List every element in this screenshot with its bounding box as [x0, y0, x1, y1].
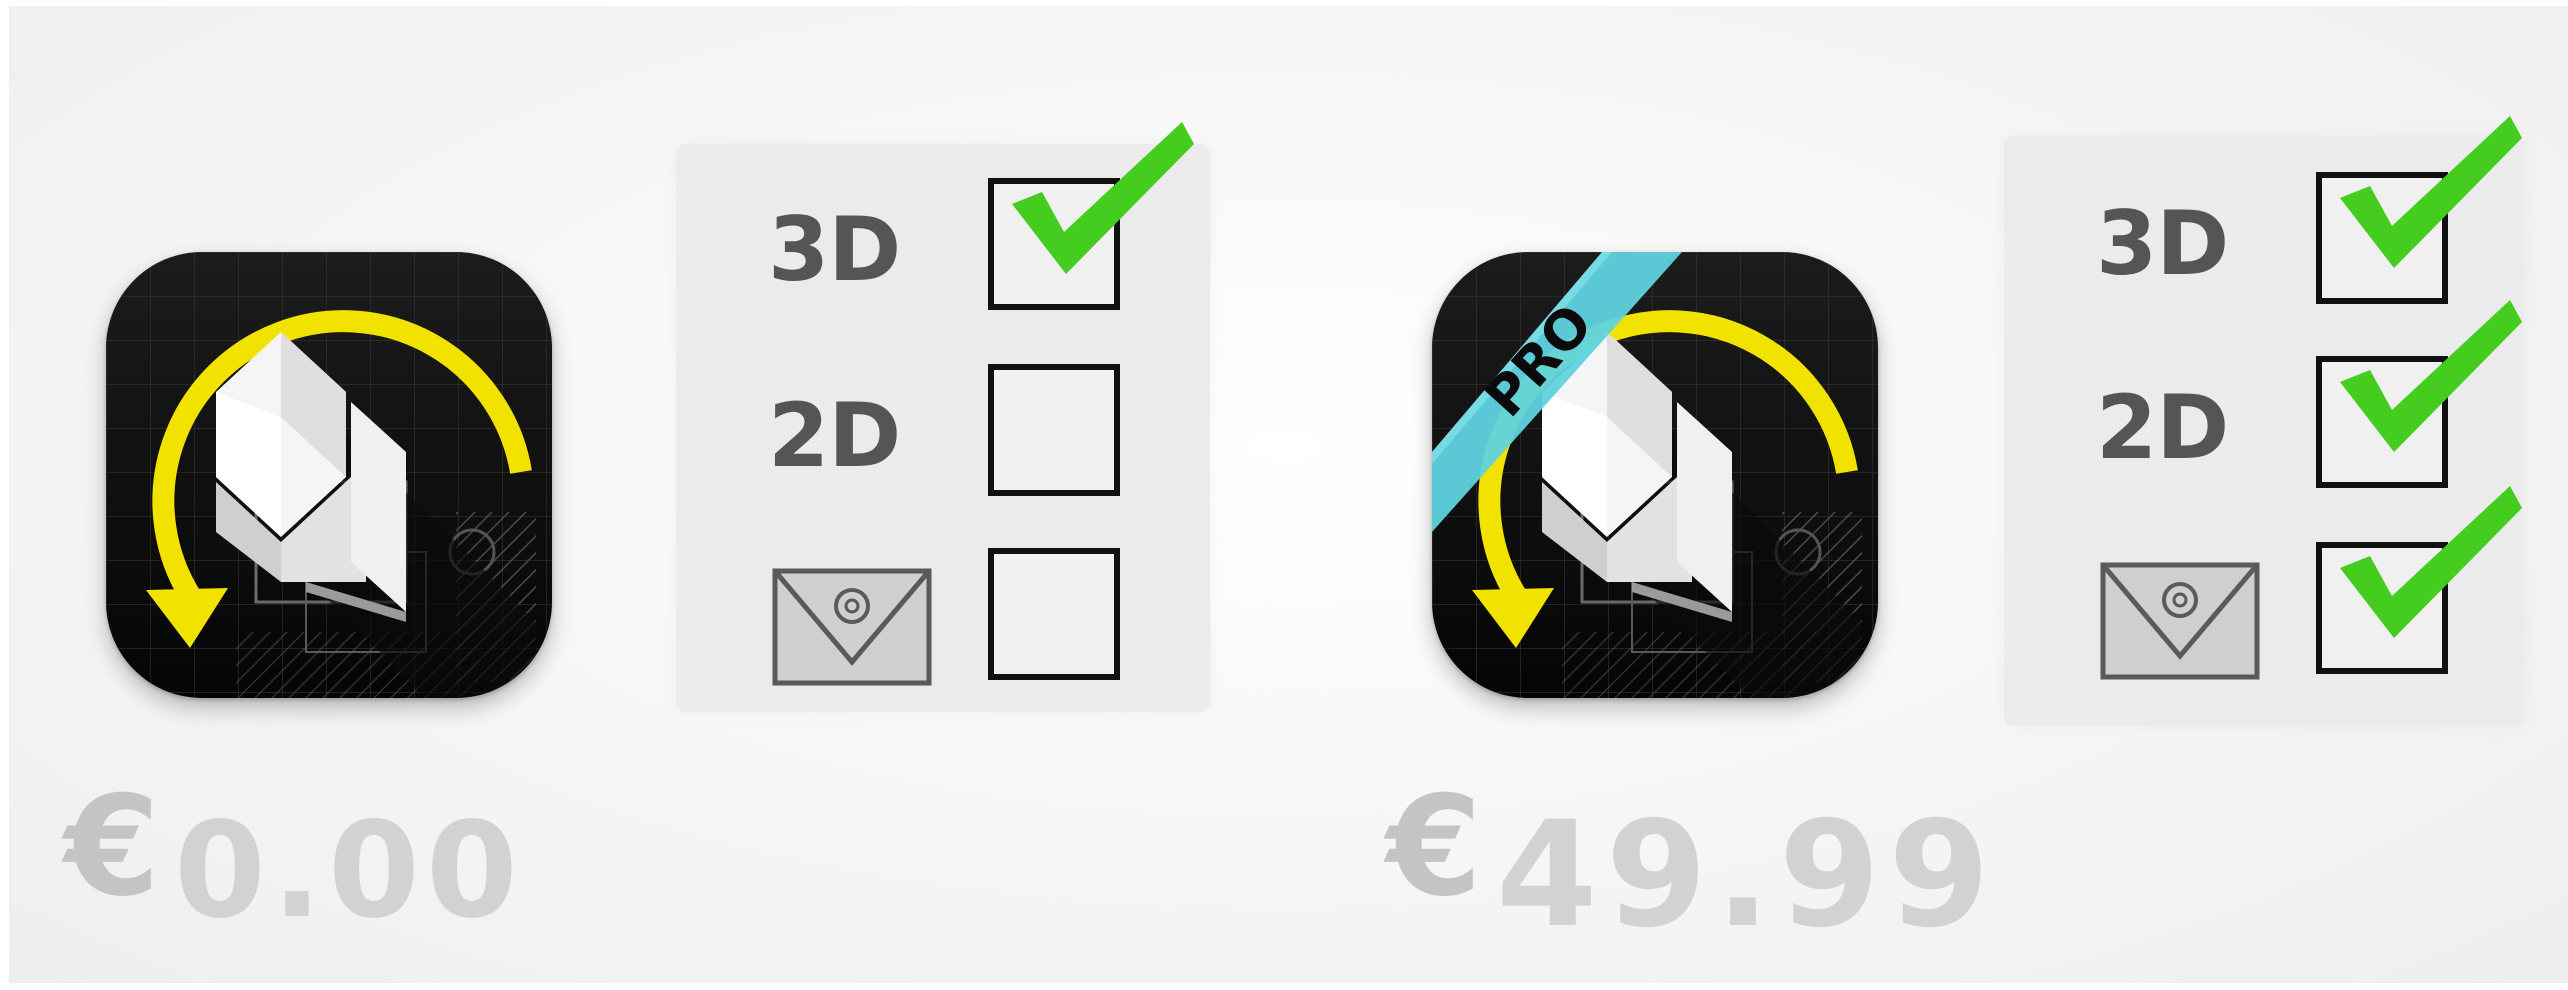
checkbox-2d-pro[interactable] — [2316, 300, 2522, 488]
free-features-panel: 3D 2D — [676, 122, 1210, 712]
checkbox-email-free[interactable] — [988, 548, 1120, 680]
feature-label-3d: 3D — [2096, 192, 2229, 295]
envelope-at-icon — [2100, 562, 2260, 680]
currency-symbol: € — [1386, 766, 1483, 927]
currency-symbol: € — [64, 766, 161, 927]
price-amount: 0.00 — [174, 794, 524, 948]
feature-label-2d: 2D — [2096, 376, 2229, 479]
envelope-at-icon — [772, 568, 932, 686]
magicplan-app-icon — [106, 252, 552, 698]
free-price: €0.00 — [64, 766, 524, 948]
checkbox-email-pro[interactable] — [2316, 486, 2522, 674]
feature-label-3d: 3D — [768, 198, 901, 301]
feature-row-email — [2004, 486, 2524, 682]
frame-bottom-border — [0, 983, 2568, 990]
feature-row-2d: 2D — [676, 364, 1210, 504]
pro-features-panel: 3D 2D — [2004, 116, 2524, 726]
feature-row-3d: 3D — [2004, 116, 2524, 312]
feature-row-email — [676, 548, 1210, 688]
checkmark-icon — [1012, 122, 1194, 274]
frame-left-border — [0, 0, 9, 990]
pro-price: €49.99 — [1386, 766, 1998, 960]
feature-label-2d: 2D — [768, 384, 901, 487]
frame-top-border — [0, 0, 2568, 6]
checkbox-2d-free[interactable] — [988, 364, 1120, 496]
price-amount: 49.99 — [1496, 790, 1998, 960]
checkmark-icon — [2340, 300, 2522, 452]
checkbox-3d-free[interactable] — [988, 122, 1194, 310]
magicplan-pro-app-icon: PRO — [1432, 252, 1878, 698]
checkmark-icon — [2340, 116, 2522, 268]
feature-row-3d: 3D — [676, 122, 1210, 318]
checkmark-icon — [2340, 486, 2522, 638]
feature-row-2d: 2D — [2004, 300, 2524, 496]
comparison-stage: 3D 2D €0.00 PRO 3D 2D €49.99 — [0, 0, 2568, 990]
checkbox-3d-pro[interactable] — [2316, 116, 2522, 304]
